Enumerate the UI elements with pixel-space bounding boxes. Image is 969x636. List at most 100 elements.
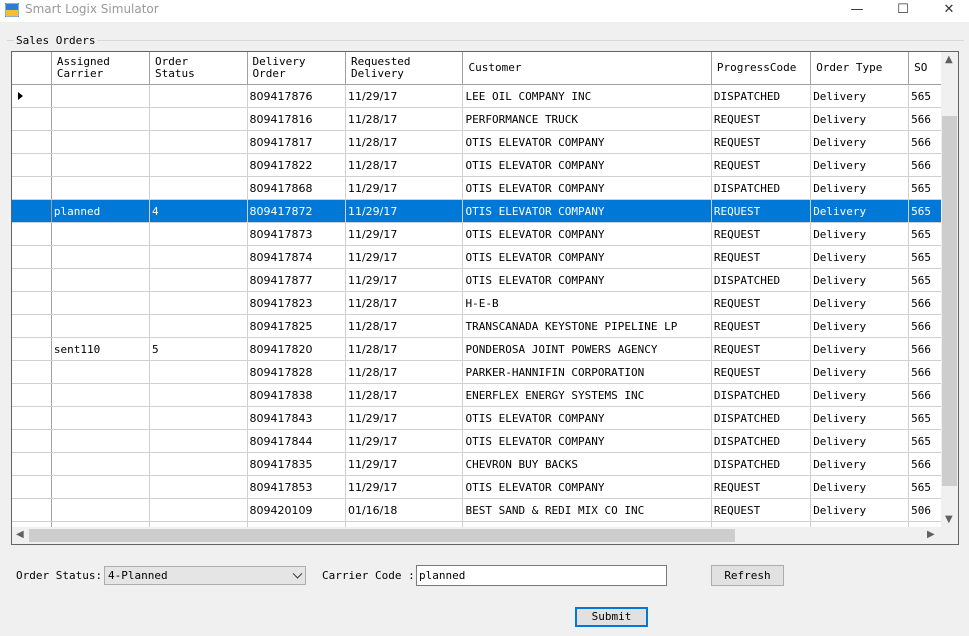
row-header[interactable] [12,429,52,453]
scroll-up-icon[interactable]: ▲ [945,54,953,65]
cell-order-type[interactable]: Delivery [810,406,910,430]
row-header[interactable] [12,222,52,246]
cell-order-status[interactable] [149,84,248,108]
table-row[interactable]: 809417853 11/29/17 OTIS ELEVATOR COMPANY RE… [12,475,958,499]
cell-progress-code[interactable]: REQUEST [711,130,812,154]
cell-order-type[interactable]: Delivery [810,498,910,522]
cell-assigned-carrier[interactable] [51,452,151,476]
cell-order-type[interactable]: Delivery [810,475,910,499]
row-header[interactable] [12,245,52,269]
cell-assigned-carrier[interactable] [51,153,151,177]
cell-delivery-order[interactable]: 809420109 [247,498,346,522]
carrier-code-input[interactable] [416,565,667,586]
cell-assigned-carrier[interactable] [51,107,151,131]
row-header[interactable] [12,498,52,522]
cell-customer[interactable]: OTIS ELEVATOR COMPANY [462,176,712,200]
maximize-button[interactable]: ☐ [880,0,926,22]
cell-progress-code[interactable]: DISPATCHED [711,406,812,430]
cell-delivery-order[interactable]: 809417825 [247,314,346,338]
cell-requested-delivery[interactable]: 11/29/17 [345,199,464,223]
cell-order-type[interactable]: Delivery [810,337,910,361]
table-row[interactable]: 809417816 11/28/17 PERFORMANCE TRUCK REQUES… [12,107,958,131]
vertical-scroll-thumb[interactable] [942,116,957,486]
row-header[interactable] [12,337,52,361]
cell-progress-code[interactable]: DISPATCHED [711,84,812,108]
cell-requested-delivery[interactable]: 11/28/17 [345,314,464,338]
cell-order-status[interactable]: 5 [149,337,248,361]
cell-order-status[interactable] [149,245,248,269]
cell-delivery-order[interactable]: 809417835 [247,452,346,476]
cell-customer[interactable]: OTIS ELEVATOR COMPANY [462,475,712,499]
table-row[interactable]: sent110 5 809417820 11/28/17 PONDEROSA JOINT… [12,337,958,361]
cell-delivery-order[interactable]: 809417838 [247,383,346,407]
table-row[interactable]: 809417844 11/29/17 OTIS ELEVATOR COMPANY DI… [12,429,958,453]
cell-order-type[interactable]: Delivery [810,268,910,292]
table-row[interactable]: 809417868 11/29/17 OTIS ELEVATOR COMPANY DI… [12,176,958,200]
cell-customer[interactable]: PARKER-HANNIFIN CORPORATION [462,360,712,384]
table-row[interactable]: planned 4 809417872 11/29/17 OTIS ELEVATOR C… [12,199,958,223]
cell-customer[interactable]: PONDEROSA JOINT POWERS AGENCY [462,337,712,361]
cell-requested-delivery[interactable]: 11/28/17 [345,360,464,384]
row-header[interactable] [12,452,52,476]
scroll-right-icon[interactable]: ▶ [927,529,935,540]
cell-assigned-carrier[interactable] [51,291,151,315]
cell-order-type[interactable]: Delivery [810,153,910,177]
cell-delivery-order[interactable]: 809417873 [247,222,346,246]
cell-order-type[interactable]: Delivery [810,107,910,131]
cell-delivery-order[interactable]: 809417816 [247,107,346,131]
cell-order-type[interactable]: Delivery [810,222,910,246]
cell-order-status[interactable] [149,475,248,499]
cell-assigned-carrier[interactable] [51,245,151,269]
cell-order-type[interactable]: Delivery [810,84,910,108]
cell-requested-delivery[interactable]: 11/29/17 [345,429,464,453]
row-header[interactable] [12,107,52,131]
cell-requested-delivery[interactable]: 11/28/17 [345,383,464,407]
cell-requested-delivery[interactable]: 11/28/17 [345,153,464,177]
table-row[interactable]: 809417825 11/28/17 TRANSCANADA KEYSTONE PI… [12,314,958,338]
cell-progress-code[interactable]: DISPATCHED [711,268,812,292]
cell-requested-delivery[interactable]: 11/28/17 [345,130,464,154]
cell-progress-code[interactable]: DISPATCHED [711,383,812,407]
cell-requested-delivery[interactable]: 11/29/17 [345,268,464,292]
scroll-left-icon[interactable]: ◀ [16,529,24,540]
cell-progress-code[interactable]: REQUEST [711,107,812,131]
row-header[interactable] [12,199,52,223]
cell-progress-code[interactable]: REQUEST [711,498,812,522]
cell-customer[interactable]: OTIS ELEVATOR COMPANY [462,268,712,292]
row-header[interactable] [12,406,52,430]
cell-customer[interactable]: BEST SAND & REDI MIX CO INC [462,498,712,522]
column-header-customer[interactable]: Customer [462,52,712,85]
column-header-order-status[interactable]: Order Status [149,52,248,85]
cell-progress-code[interactable]: REQUEST [711,291,812,315]
refresh-button[interactable]: Refresh [711,565,784,586]
cell-assigned-carrier[interactable] [51,406,151,430]
cell-delivery-order[interactable]: 809417820 [247,337,346,361]
cell-order-type[interactable]: Delivery [810,176,910,200]
column-header-progress-code[interactable]: ProgressCode [711,52,812,85]
row-header[interactable] [12,130,52,154]
cell-progress-code[interactable]: DISPATCHED [711,176,812,200]
cell-customer[interactable]: OTIS ELEVATOR COMPANY [462,153,712,177]
cell-progress-code[interactable]: REQUEST [711,475,812,499]
table-row[interactable]: 809417823 11/28/17 H-E-B REQUEST Delivery 566 [12,291,958,315]
cell-customer[interactable]: TRANSCANADA KEYSTONE PIPELINE LP [462,314,712,338]
table-row[interactable]: 809417873 11/29/17 OTIS ELEVATOR COMPANY RE… [12,222,958,246]
row-header[interactable] [12,383,52,407]
row-header[interactable] [12,291,52,315]
column-header-requested-delivery[interactable]: Requested Delivery [345,52,464,85]
cell-order-type[interactable]: Delivery [810,199,910,223]
cell-order-status[interactable] [149,360,248,384]
cell-order-status[interactable]: 4 [149,199,248,223]
cell-progress-code[interactable]: REQUEST [711,222,812,246]
cell-order-status[interactable] [149,130,248,154]
cell-delivery-order[interactable]: 809417853 [247,475,346,499]
sales-orders-grid[interactable]: Assigned Carrier Order Status Delivery O… [11,51,959,545]
column-header-delivery-order[interactable]: Delivery Order [247,52,346,85]
table-row[interactable]: 809420109 01/16/18 BEST SAND & REDI MIX CO… [12,498,958,522]
cell-assigned-carrier[interactable] [51,268,151,292]
cell-order-status[interactable] [149,383,248,407]
table-row[interactable]: 809417835 11/29/17 CHEVRON BUY BACKS DISPAT… [12,452,958,476]
table-row[interactable]: 809417822 11/28/17 OTIS ELEVATOR COMPANY RE… [12,153,958,177]
cell-requested-delivery[interactable]: 11/28/17 [345,337,464,361]
cell-order-status[interactable] [149,222,248,246]
